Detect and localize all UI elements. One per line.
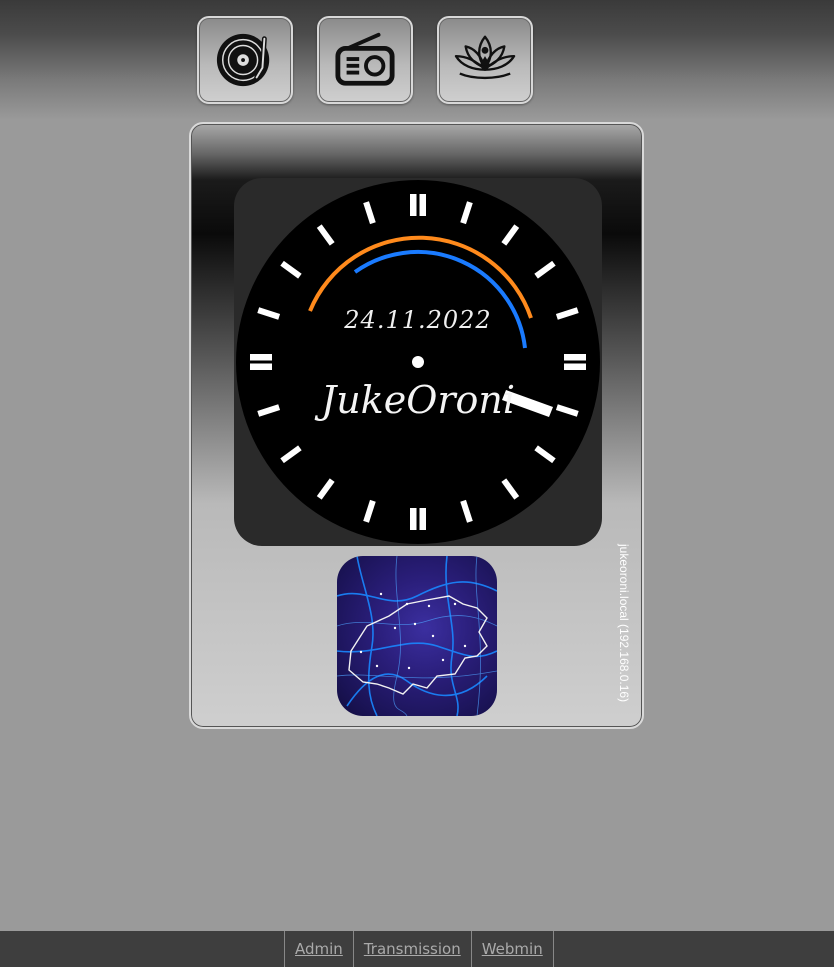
hour-marker-gap <box>250 360 272 364</box>
hour-marker-gap <box>416 508 420 530</box>
radio-button[interactable] <box>317 16 413 104</box>
hour-marker-gap <box>564 360 586 364</box>
meditation-button[interactable] <box>437 16 533 104</box>
now-playing-panel: 24.11.2022 JukeOroni jukeoroni.local (19… <box>189 122 644 729</box>
webmin-link[interactable]: Webmin <box>472 931 554 967</box>
footer-bar: Admin Transmission Webmin <box>0 931 834 967</box>
top-toolbar <box>0 0 834 120</box>
transmission-link[interactable]: Transmission <box>354 931 472 967</box>
lotus-meditation-icon <box>454 35 516 80</box>
vinyl-record-button[interactable] <box>197 16 293 104</box>
clock-brand: JukeOroni <box>320 378 516 422</box>
vinyl-record-icon <box>216 33 270 87</box>
footer-links: Admin Transmission Webmin <box>284 931 554 967</box>
map-thumbnail[interactable] <box>337 556 497 716</box>
hour-marker-gap <box>416 194 420 216</box>
host-label: jukeoroni.local (192.168.0.16) <box>617 544 631 703</box>
radio-icon <box>335 32 395 86</box>
admin-link[interactable]: Admin <box>285 931 354 967</box>
clock-date: 24.11.2022 <box>344 306 492 334</box>
switzerland-map <box>337 556 497 716</box>
clock-widget: 24.11.2022 JukeOroni <box>234 178 602 546</box>
clock-center <box>412 356 424 368</box>
clock-face <box>236 180 600 544</box>
